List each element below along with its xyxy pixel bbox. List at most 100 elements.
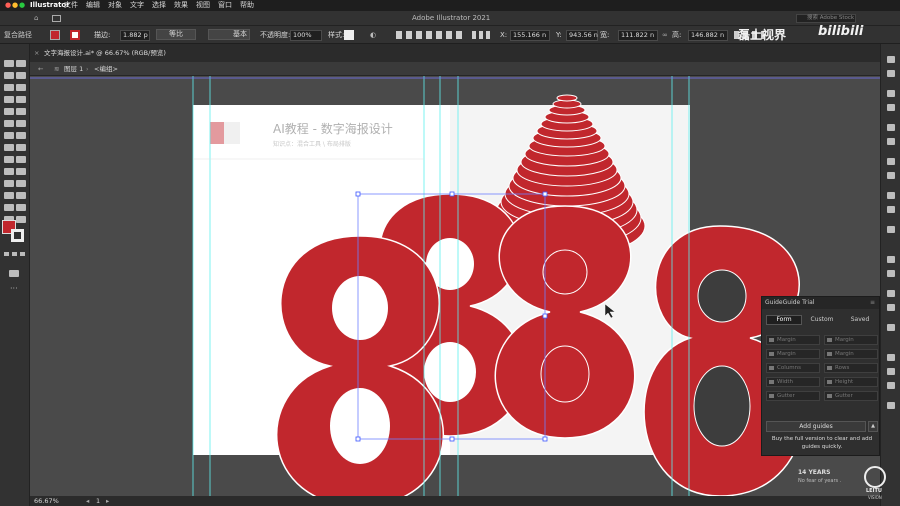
fill-swatch[interactable] bbox=[50, 30, 60, 40]
stroke-weight-field[interactable]: 1.882 p bbox=[120, 30, 150, 41]
minimize-window-icon[interactable]: ● bbox=[12, 0, 18, 11]
height-field[interactable]: 146.882 n bbox=[688, 30, 728, 41]
close-tab-icon[interactable]: × bbox=[34, 44, 39, 62]
libraries-panel-icon[interactable] bbox=[887, 70, 895, 77]
close-window-icon[interactable]: ● bbox=[5, 0, 11, 11]
y-field[interactable]: 943.56 n bbox=[566, 30, 598, 41]
stroke-color-box[interactable] bbox=[11, 229, 24, 242]
tab-custom[interactable]: Custom bbox=[804, 315, 840, 325]
page-next-icon[interactable]: ▸ bbox=[106, 496, 109, 506]
paintbrush-tool-icon[interactable] bbox=[16, 108, 26, 115]
more-tools-icon[interactable]: ··· bbox=[10, 284, 18, 293]
transform-panel-icon[interactable] bbox=[887, 324, 895, 331]
recolor-icon[interactable]: ◐ bbox=[370, 26, 376, 44]
perspective-grid-tool-icon[interactable] bbox=[16, 156, 26, 163]
pen-tool-icon[interactable] bbox=[4, 84, 14, 91]
menu-window[interactable]: 窗口 bbox=[218, 0, 232, 11]
menu-effect[interactable]: 效果 bbox=[174, 0, 188, 11]
symbols-panel-icon[interactable] bbox=[887, 138, 895, 145]
left-margin-field[interactable]: Margin bbox=[766, 335, 820, 345]
transparency-panel-icon[interactable] bbox=[887, 192, 895, 199]
pathfinder-panel-icon[interactable] bbox=[887, 304, 895, 311]
zoom-tool-icon[interactable] bbox=[16, 216, 26, 223]
graph-tool-icon[interactable] bbox=[16, 192, 26, 199]
workspace-icon[interactable] bbox=[52, 15, 61, 22]
align-panel-icon[interactable] bbox=[887, 290, 895, 297]
menu-select[interactable]: 选择 bbox=[152, 0, 166, 11]
properties-panel-icon[interactable] bbox=[887, 56, 895, 63]
columns-field[interactable]: Columns bbox=[766, 363, 820, 373]
align-icons[interactable] bbox=[396, 31, 466, 39]
paragraph-panel-icon[interactable] bbox=[887, 368, 895, 375]
gradient-tool-icon[interactable] bbox=[16, 168, 26, 175]
menu-type[interactable]: 文字 bbox=[130, 0, 144, 11]
zoom-window-icon[interactable]: ● bbox=[19, 0, 25, 11]
stock-search-input[interactable]: 搜索 Adobe Stock bbox=[796, 14, 856, 23]
magic-wand-tool-icon[interactable] bbox=[4, 72, 14, 79]
appearance-panel-icon[interactable] bbox=[887, 206, 895, 213]
type-tool-icon[interactable] bbox=[4, 96, 14, 103]
width-tool-icon[interactable] bbox=[4, 144, 14, 151]
column-width-field[interactable]: Width bbox=[766, 377, 820, 387]
add-guides-button[interactable]: Add guides bbox=[766, 421, 866, 432]
shaper-tool-icon[interactable] bbox=[4, 120, 14, 127]
mesh-tool-icon[interactable] bbox=[4, 168, 14, 175]
tab-form[interactable]: Form bbox=[766, 315, 802, 325]
row-gutter-field[interactable]: Gutter bbox=[824, 391, 878, 401]
style-swatch[interactable] bbox=[344, 30, 354, 40]
page-number[interactable]: 1 bbox=[96, 496, 100, 506]
selection-tool-icon[interactable] bbox=[4, 60, 14, 67]
scale-tool-icon[interactable] bbox=[16, 132, 26, 139]
swatches-panel-icon[interactable] bbox=[887, 104, 895, 111]
breadcrumb-group[interactable]: <编组> bbox=[94, 62, 118, 76]
transform-icons[interactable] bbox=[472, 31, 490, 39]
breadcrumb-layer[interactable]: 图层 1 bbox=[64, 62, 83, 76]
symbol-sprayer-tool-icon[interactable] bbox=[4, 192, 14, 199]
eraser-tool-icon[interactable] bbox=[16, 120, 26, 127]
rotate-tool-icon[interactable] bbox=[4, 132, 14, 139]
zoom-level[interactable]: 66.67% bbox=[34, 496, 59, 506]
shape-builder-tool-icon[interactable] bbox=[4, 156, 14, 163]
color-panel-icon[interactable] bbox=[887, 90, 895, 97]
menu-view[interactable]: 视图 bbox=[196, 0, 210, 11]
slice-tool-icon[interactable] bbox=[16, 204, 26, 211]
bottom-margin-field[interactable]: Margin bbox=[824, 349, 878, 359]
right-margin-field[interactable]: Margin bbox=[766, 349, 820, 359]
draw-mode-icon[interactable] bbox=[9, 270, 19, 277]
tab-saved[interactable]: Saved bbox=[842, 315, 878, 325]
brushes-panel-icon[interactable] bbox=[887, 124, 895, 131]
brush-select[interactable]: 基本 bbox=[208, 29, 250, 40]
line-tool-icon[interactable] bbox=[16, 96, 26, 103]
home-icon[interactable]: ⌂ bbox=[34, 11, 38, 26]
back-arrow-icon[interactable]: ← bbox=[38, 62, 43, 76]
free-transform-tool-icon[interactable] bbox=[16, 144, 26, 151]
add-guides-menu-icon[interactable]: ▲ bbox=[868, 421, 878, 432]
panel-menu-icon[interactable]: ≡ bbox=[870, 299, 875, 306]
opacity-field[interactable]: 100% bbox=[290, 30, 322, 41]
stroke-panel-icon[interactable] bbox=[887, 158, 895, 165]
rows-field[interactable]: Rows bbox=[824, 363, 878, 373]
gradient-panel-icon[interactable] bbox=[887, 172, 895, 179]
blend-tool-icon[interactable] bbox=[16, 180, 26, 187]
lasso-tool-icon[interactable] bbox=[16, 72, 26, 79]
curvature-tool-icon[interactable] bbox=[16, 84, 26, 91]
stroke-profile-select[interactable]: 等比 bbox=[156, 29, 196, 40]
character-panel-icon[interactable] bbox=[887, 354, 895, 361]
menu-edit[interactable]: 编辑 bbox=[86, 0, 100, 11]
canvas[interactable]: AI教程 - 数字海报设计 知识点：混合工具 \ 布局排版 14 YEARS N… bbox=[30, 76, 880, 496]
stroke-swatch[interactable] bbox=[70, 30, 80, 40]
top-margin-field[interactable]: Margin bbox=[824, 335, 878, 345]
layers-panel-icon[interactable] bbox=[887, 256, 895, 263]
opentype-panel-icon[interactable] bbox=[887, 382, 895, 389]
row-height-field[interactable]: Height bbox=[824, 377, 878, 387]
links-panel-icon[interactable] bbox=[887, 402, 895, 409]
x-field[interactable]: 155.166 n bbox=[510, 30, 550, 41]
eyedropper-tool-icon[interactable] bbox=[4, 180, 14, 187]
menu-file[interactable]: 文件 bbox=[64, 0, 78, 11]
column-gutter-field[interactable]: Gutter bbox=[766, 391, 820, 401]
artboards-panel-icon[interactable] bbox=[887, 270, 895, 277]
width-field[interactable]: 111.822 n bbox=[618, 30, 658, 41]
artboard-tool-icon[interactable] bbox=[4, 204, 14, 211]
rectangle-tool-icon[interactable] bbox=[4, 108, 14, 115]
constrain-link-icon[interactable]: ∞ bbox=[662, 26, 668, 44]
